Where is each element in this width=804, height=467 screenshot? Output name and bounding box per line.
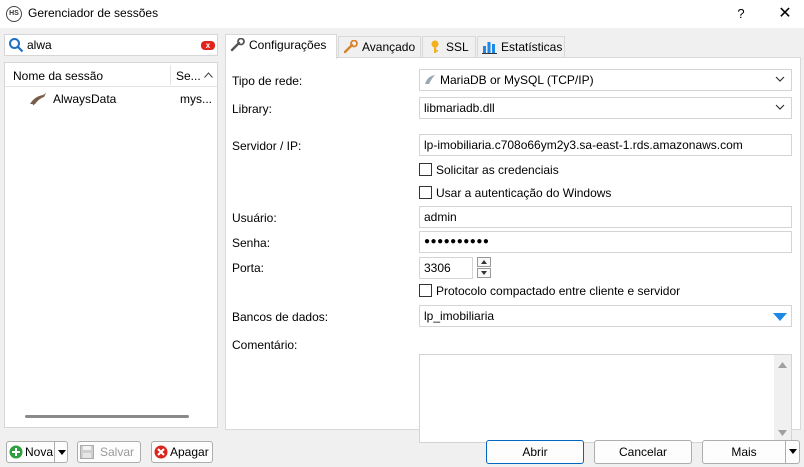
user-input[interactable]: admin bbox=[419, 206, 792, 228]
wrench-orange-icon bbox=[343, 40, 358, 54]
password-input[interactable]: ●●●●●●●●●● bbox=[419, 231, 792, 253]
open-button[interactable]: Abrir bbox=[486, 440, 584, 464]
new-session-button[interactable]: Nova bbox=[6, 441, 68, 463]
comment-textarea[interactable] bbox=[419, 354, 792, 443]
split-divider bbox=[54, 442, 55, 462]
tab-label: SSL bbox=[446, 40, 469, 54]
library-select[interactable]: libmariadb.dll bbox=[419, 97, 792, 119]
title-bar: HS Gerenciador de sessões ? ✕ bbox=[0, 0, 804, 28]
delete-button[interactable]: Apagar bbox=[151, 441, 213, 463]
checkbox-box[interactable] bbox=[419, 284, 432, 297]
search-box: x bbox=[4, 34, 218, 56]
network-type-label: Tipo de rede: bbox=[232, 74, 303, 88]
tab-avancado[interactable]: Avançado bbox=[338, 36, 421, 58]
checkbox-box[interactable] bbox=[419, 163, 432, 176]
delete-label: Apagar bbox=[170, 445, 209, 459]
wrench-icon bbox=[230, 38, 245, 52]
dropdown-arrow-icon bbox=[789, 449, 797, 454]
plus-icon bbox=[9, 445, 23, 459]
user-label: Usuário: bbox=[232, 211, 277, 225]
vertical-scrollbar[interactable] bbox=[774, 355, 791, 442]
port-label: Porta: bbox=[232, 261, 265, 275]
horizontal-scrollbar[interactable] bbox=[25, 415, 189, 418]
app-icon: HS bbox=[6, 6, 22, 22]
save-label: Salvar bbox=[100, 445, 135, 459]
tab-label: Configurações bbox=[249, 38, 327, 52]
checkbox-box[interactable] bbox=[419, 186, 432, 199]
session-type: mys... bbox=[180, 92, 212, 106]
session-name: AlwaysData bbox=[53, 92, 117, 106]
tab-label: Avançado bbox=[362, 40, 416, 54]
search-input[interactable] bbox=[27, 37, 197, 53]
window-title: Gerenciador de sessões bbox=[28, 6, 159, 20]
more-dropdown[interactable] bbox=[785, 441, 799, 463]
databases-value: lp_imobiliaria bbox=[424, 309, 495, 323]
chevron-down-icon bbox=[775, 76, 785, 82]
dropdown-arrow-icon[interactable] bbox=[58, 450, 66, 455]
windows-auth-checkbox[interactable]: Usar a autenticação do Windows bbox=[419, 186, 611, 202]
port-spinner bbox=[477, 257, 491, 279]
compressed-protocol-checkbox[interactable]: Protocolo compactado entre cliente e ser… bbox=[419, 284, 680, 300]
arrow-down-icon bbox=[481, 271, 487, 275]
prompt-credentials-checkbox[interactable]: Solicitar as credenciais bbox=[419, 163, 559, 179]
session-row[interactable]: AlwaysData mys... bbox=[5, 89, 217, 109]
more-label: Mais bbox=[731, 445, 757, 459]
help-button[interactable]: ? bbox=[727, 3, 755, 25]
mysql-dolphin-icon bbox=[30, 93, 46, 106]
network-type-value: MariaDB or MySQL (TCP/IP) bbox=[440, 73, 594, 87]
tree-header: Nome da sessão Se... bbox=[5, 63, 217, 87]
close-button[interactable]: ✕ bbox=[770, 3, 800, 25]
delete-icon bbox=[154, 445, 168, 459]
library-label: Library: bbox=[232, 102, 273, 116]
comment-label: Comentário: bbox=[232, 338, 298, 352]
configuration-tab-content: Tipo de rede: MariaDB or MySQL (TCP/IP) … bbox=[225, 57, 801, 443]
checkbox-label: Solicitar as credenciais bbox=[436, 163, 559, 177]
session-panel: x Nome da sessão Se... AlwaysData mys... bbox=[4, 34, 218, 430]
tab-estatisticas[interactable]: Estatísticas bbox=[477, 36, 565, 58]
increment-button[interactable] bbox=[477, 257, 491, 267]
library-value: libmariadb.dll bbox=[424, 101, 495, 115]
scroll-up-icon[interactable] bbox=[778, 361, 787, 369]
bar-chart-icon bbox=[482, 42, 497, 54]
port-input[interactable]: 3306 bbox=[419, 257, 473, 279]
bottom-bar: Nova Salvar Apagar Abrir Cancelar Mais bbox=[0, 434, 804, 467]
floppy-disk-icon bbox=[80, 445, 94, 459]
password-label: Senha: bbox=[232, 236, 271, 250]
tab-ssl[interactable]: SSL bbox=[422, 36, 476, 58]
session-tree[interactable]: Nome da sessão Se... AlwaysData mys... bbox=[4, 62, 218, 428]
arrow-up-icon bbox=[481, 260, 487, 264]
search-icon bbox=[9, 38, 24, 53]
checkbox-label: Protocolo compactado entre cliente e ser… bbox=[436, 284, 681, 298]
databases-label: Bancos de dados: bbox=[232, 310, 329, 324]
sort-ascending-icon bbox=[204, 72, 213, 78]
column-divider[interactable] bbox=[170, 65, 171, 85]
network-type-select[interactable]: MariaDB or MySQL (TCP/IP) bbox=[419, 69, 792, 91]
key-icon bbox=[431, 40, 439, 53]
tab-configuracoes[interactable]: Configurações bbox=[225, 34, 337, 59]
triangle-down-icon[interactable] bbox=[773, 312, 787, 322]
more-button[interactable]: Mais bbox=[702, 440, 800, 464]
column-header-name[interactable]: Nome da sessão bbox=[13, 69, 103, 83]
save-button[interactable]: Salvar bbox=[77, 441, 141, 463]
server-input[interactable]: lp-imobiliaria.c708o66ym2y3.sa-east-1.rd… bbox=[419, 134, 792, 156]
mariadb-seal-icon bbox=[425, 75, 435, 84]
decrement-button[interactable] bbox=[477, 268, 491, 278]
column-header-type[interactable]: Se... bbox=[176, 69, 201, 83]
cancel-button[interactable]: Cancelar bbox=[594, 440, 692, 464]
chevron-down-icon bbox=[775, 104, 785, 110]
checkbox-label: Usar a autenticação do Windows bbox=[436, 186, 612, 200]
settings-panel: Configurações Avançado SSL Estatísticas bbox=[225, 34, 801, 443]
server-label: Servidor / IP: bbox=[232, 139, 302, 153]
new-label: Nova bbox=[25, 445, 54, 459]
tab-label: Estatísticas bbox=[501, 40, 563, 54]
clear-search-icon[interactable]: x bbox=[201, 41, 215, 50]
databases-input[interactable]: lp_imobiliaria bbox=[419, 305, 792, 327]
